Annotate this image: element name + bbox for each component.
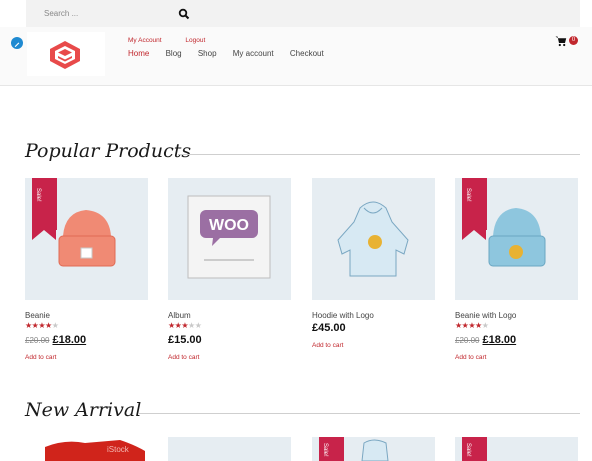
nav-shop[interactable]: Shop xyxy=(198,49,217,58)
sale-label: Sale! xyxy=(35,188,41,202)
nav-blog[interactable]: Blog xyxy=(166,49,182,58)
sale-price: £18.00 xyxy=(52,334,87,346)
pencil-icon[interactable] xyxy=(11,37,23,49)
sale-ribbon xyxy=(462,178,487,240)
product-name[interactable]: Beanie with Logo xyxy=(455,311,578,320)
star-icon: ★★ xyxy=(188,321,202,330)
cart-icon xyxy=(555,36,567,47)
image-watermark: iStock xyxy=(107,445,129,454)
logout-link[interactable]: Logout xyxy=(185,37,205,44)
new-arrival-image[interactable]: iStock xyxy=(25,437,148,461)
product-name[interactable]: Album xyxy=(168,311,291,320)
account-links: My Account Logout xyxy=(128,37,227,44)
new-arrival-image[interactable]: Sale! xyxy=(455,437,578,461)
sale-label: Sale! xyxy=(465,188,471,202)
old-price: £20.00 xyxy=(25,336,50,345)
product-price: £45.00 xyxy=(312,322,435,334)
star-rating: ★★★★★ xyxy=(25,321,148,331)
add-to-cart-link[interactable]: Add to cart xyxy=(168,354,291,361)
product-image[interactable]: Sale! xyxy=(25,178,148,300)
star-rating: ★★★★★ xyxy=(168,321,291,331)
star-icon: ★★★ xyxy=(168,321,189,330)
sale-label: Sale! xyxy=(465,443,471,457)
star-icon: ★★★★ xyxy=(25,321,52,330)
product-card: Sale! Beanie with Logo ★★★★★ £20.00 £18.0… xyxy=(455,178,578,361)
popular-products-heading: Popular Products xyxy=(25,140,192,162)
nav-checkout[interactable]: Checkout xyxy=(290,49,324,58)
product-price: £20.00 £18.00 xyxy=(25,334,148,346)
price: £45.00 xyxy=(312,322,346,334)
cart-count-badge: 0 xyxy=(569,36,578,45)
product-image[interactable]: WOO xyxy=(168,178,291,300)
cart-button[interactable]: 0 xyxy=(555,35,581,49)
nav-home[interactable]: Home xyxy=(128,49,149,58)
sale-ribbon xyxy=(32,178,57,240)
my-account-link[interactable]: My Account xyxy=(128,37,162,44)
product-name[interactable]: Hoodie with Logo xyxy=(312,311,435,320)
search-bar xyxy=(26,0,580,27)
product-card: Sale! Beanie ★★★★★ £20.00 £18.00 Add to c… xyxy=(25,178,148,361)
search-input[interactable] xyxy=(36,4,156,22)
site-header: My Account Logout Home Blog Shop My acco… xyxy=(0,27,592,86)
old-price: £20.00 xyxy=(455,336,480,345)
product-card: WOO Album ★★★★★ £15.00 Add to cart xyxy=(168,178,291,361)
svg-text:WOO: WOO xyxy=(209,217,249,234)
price: £15.00 xyxy=(168,334,202,346)
site-logo[interactable] xyxy=(27,32,105,76)
sale-price: £18.00 xyxy=(482,334,517,346)
product-image[interactable] xyxy=(312,178,435,300)
add-to-cart-link[interactable]: Add to cart xyxy=(312,342,435,349)
star-icon: ★★★★ xyxy=(455,321,482,330)
new-arrival-image[interactable] xyxy=(168,437,291,461)
add-to-cart-link[interactable]: Add to cart xyxy=(25,354,148,361)
section-divider xyxy=(138,413,580,414)
product-price: £20.00 £18.00 xyxy=(455,334,578,346)
product-price: £15.00 xyxy=(168,334,291,346)
search-icon[interactable] xyxy=(178,7,192,21)
new-arrival-image[interactable]: Sale! xyxy=(312,437,435,461)
nav-my-account[interactable]: My account xyxy=(233,49,274,58)
star-icon: ★ xyxy=(481,321,489,330)
add-to-cart-link[interactable]: Add to cart xyxy=(455,354,578,361)
product-image[interactable]: Sale! xyxy=(455,178,578,300)
main-nav: Home Blog Shop My account Checkout xyxy=(128,49,338,58)
product-name[interactable]: Beanie xyxy=(25,311,148,320)
star-icon: ★ xyxy=(51,321,59,330)
section-divider xyxy=(178,154,580,155)
new-arrival-heading: New Arrival xyxy=(25,399,142,421)
product-card: Hoodie with Logo £45.00 Add to cart xyxy=(312,178,435,349)
star-rating: ★★★★★ xyxy=(455,321,578,331)
